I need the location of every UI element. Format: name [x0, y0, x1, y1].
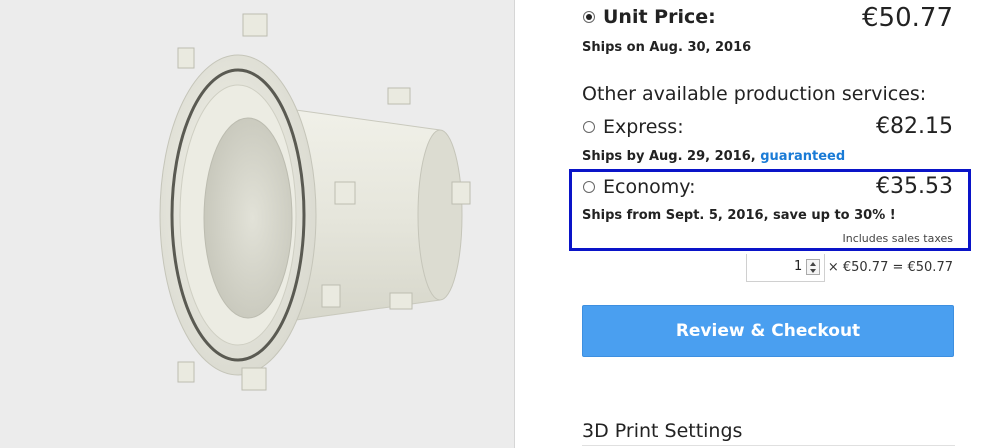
price-calculation: × €50.77 = €50.77: [827, 260, 953, 275]
quantity-spinner[interactable]: [806, 259, 820, 275]
spin-up-icon[interactable]: [810, 262, 816, 266]
express-radio[interactable]: [583, 121, 595, 133]
3d-model-render[interactable]: [0, 0, 515, 448]
sales-tax-note: Includes sales taxes: [842, 232, 953, 245]
unit-price-radio[interactable]: [583, 11, 595, 23]
express-ships-text: Ships by Aug. 29, 2016,: [582, 149, 756, 164]
guaranteed-link[interactable]: guaranteed: [760, 149, 845, 164]
3d-model-viewer[interactable]: [0, 0, 515, 448]
quantity-stepper[interactable]: 1: [746, 254, 825, 282]
pricing-panel: Unit Price: €50.77 Ships on Aug. 30, 201…: [515, 0, 1000, 448]
review-checkout-button[interactable]: Review & Checkout: [582, 305, 954, 357]
express-label: Express:: [603, 116, 684, 138]
unit-price-value: €50.77: [862, 3, 953, 33]
unit-ships-date: Ships on Aug. 30, 2016: [582, 40, 752, 55]
express-price: €82.15: [876, 114, 953, 139]
economy-ships-date: Ships from Sept. 5, 2016, save up to 30%…: [582, 208, 896, 223]
economy-radio[interactable]: [583, 181, 595, 193]
unit-price-label: Unit Price:: [603, 6, 716, 28]
economy-price: €35.53: [876, 174, 953, 199]
express-ships-date: Ships by Aug. 29, 2016, guaranteed: [582, 149, 845, 164]
print-settings-heading: 3D Print Settings: [582, 420, 743, 442]
spin-down-icon[interactable]: [810, 269, 816, 273]
economy-label: Economy:: [603, 176, 696, 198]
divider: [582, 445, 955, 446]
quantity-value[interactable]: 1: [794, 259, 802, 274]
other-services-heading: Other available production services:: [582, 83, 927, 105]
